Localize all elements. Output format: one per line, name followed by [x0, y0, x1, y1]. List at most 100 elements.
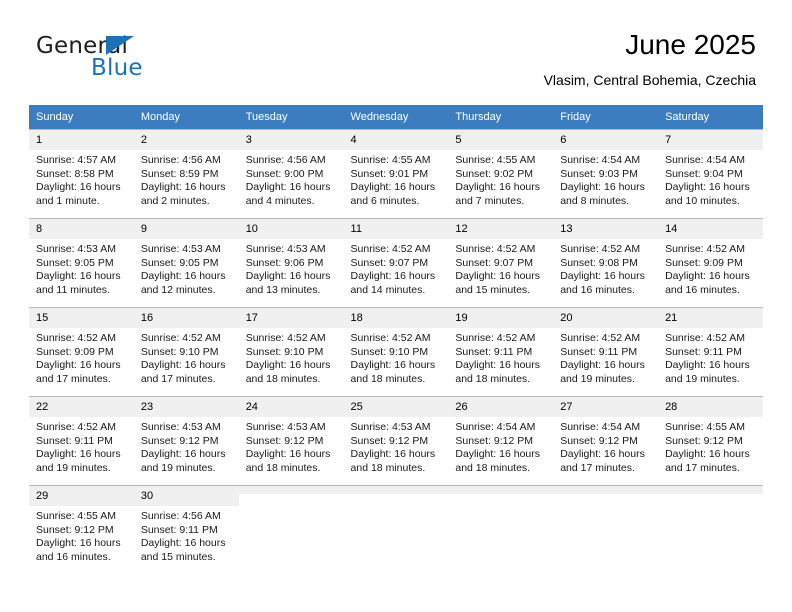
calendar-day-cell[interactable]: 14 Sunrise: 4:52 AM Sunset: 9:09 PM Dayligh…: [658, 218, 763, 307]
logo-text-blue: Blue: [91, 55, 143, 81]
sunset-text: Sunset: 8:58 PM: [36, 167, 114, 180]
calendar-week-row: 8 Sunrise: 4:53 AM Sunset: 9:05 PM Daylight…: [29, 218, 763, 307]
daylight-text: Daylight: 16 hours and 10 minutes.: [665, 181, 750, 207]
sunrise-text: Sunrise: 4:54 AM: [560, 154, 641, 166]
daylight-text: Daylight: 16 hours and 18 minutes.: [245, 359, 331, 385]
day-details: Sunrise: 4:52 AM Sunset: 9:11 PM Daylight:…: [553, 328, 658, 386]
calendar-day-cell[interactable]: 28 Sunrise: 4:55 AM Sunset: 9:12 PM Dayligh…: [658, 396, 763, 485]
calendar-day-cell[interactable]: 2 Sunrise: 4:56 AM Sunset: 8:59 PM Daylight…: [133, 129, 239, 218]
day-number: 19: [448, 308, 554, 328]
sunset-text: Sunset: 9:10 PM: [350, 345, 429, 358]
day-number: 16: [133, 308, 239, 328]
page-title: June 2025: [625, 29, 756, 60]
daylight-text: Daylight: 16 hours and 17 minutes.: [560, 448, 645, 474]
day-number: 30: [133, 486, 239, 506]
day-number: 21: [658, 308, 763, 328]
calendar-body: 1 Sunrise: 4:57 AM Sunset: 8:58 PM Daylight…: [29, 129, 763, 574]
calendar-day-cell[interactable]: 25 Sunrise: 4:53 AM Sunset: 9:12 PM Dayligh…: [343, 396, 449, 485]
sunrise-text: Sunrise: 4:54 AM: [455, 421, 536, 433]
calendar-day-cell[interactable]: 3 Sunrise: 4:56 AM Sunset: 9:00 PM Daylight…: [238, 129, 344, 218]
sunrise-text: Sunrise: 4:52 AM: [665, 243, 746, 255]
calendar-day-cell[interactable]: 9 Sunrise: 4:53 AM Sunset: 9:05 PM Daylight…: [133, 218, 239, 307]
sunset-text: Sunset: 9:09 PM: [36, 345, 114, 358]
calendar-day-cell[interactable]: 12 Sunrise: 4:52 AM Sunset: 9:07 PM Dayligh…: [448, 218, 554, 307]
calendar-day-cell[interactable]: 20 Sunrise: 4:52 AM Sunset: 9:11 PM Dayligh…: [553, 307, 659, 396]
daylight-text: Daylight: 16 hours and 19 minutes.: [36, 448, 121, 474]
sunrise-text: Sunrise: 4:53 AM: [140, 421, 221, 433]
sunset-text: Sunset: 9:12 PM: [245, 434, 324, 447]
day-details: Sunrise: 4:52 AM Sunset: 9:11 PM Daylight:…: [448, 328, 553, 386]
sunset-text: Sunset: 9:00 PM: [245, 167, 324, 180]
calendar-day-cell[interactable]: 19 Sunrise: 4:52 AM Sunset: 9:11 PM Dayligh…: [448, 307, 554, 396]
calendar-day-cell[interactable]: 11 Sunrise: 4:52 AM Sunset: 9:07 PM Dayligh…: [343, 218, 449, 307]
daylight-text: Daylight: 16 hours and 18 minutes.: [350, 448, 436, 474]
weekday-header-sunday: Sunday: [29, 105, 134, 129]
calendar-week-row: 29 Sunrise: 4:55 AM Sunset: 9:12 PM Dayligh…: [29, 485, 763, 574]
day-number: 11: [343, 219, 449, 239]
weekday-header-friday: Friday: [553, 105, 659, 129]
calendar-day-cell[interactable]: 27 Sunrise: 4:54 AM Sunset: 9:12 PM Dayligh…: [553, 396, 659, 485]
calendar-day-cell[interactable]: 24 Sunrise: 4:53 AM Sunset: 9:12 PM Dayligh…: [238, 396, 344, 485]
day-details: Sunrise: 4:53 AM Sunset: 9:05 PM Daylight:…: [29, 239, 134, 297]
day-details: Sunrise: 4:54 AM Sunset: 9:12 PM Daylight:…: [448, 417, 553, 475]
sunrise-text: Sunrise: 4:55 AM: [455, 154, 536, 166]
day-details: Sunrise: 4:53 AM Sunset: 9:12 PM Daylight:…: [134, 417, 239, 475]
sunrise-text: Sunrise: 4:54 AM: [665, 154, 746, 166]
calendar-day-cell[interactable]: 23 Sunrise: 4:53 AM Sunset: 9:12 PM Dayligh…: [133, 396, 239, 485]
sunrise-text: Sunrise: 4:52 AM: [245, 332, 326, 344]
sunrise-text: Sunrise: 4:57 AM: [36, 154, 116, 166]
day-details: Sunrise: 4:52 AM Sunset: 9:10 PM Daylight:…: [134, 328, 239, 386]
calendar-day-cell[interactable]: 16 Sunrise: 4:52 AM Sunset: 9:10 PM Dayligh…: [133, 307, 239, 396]
calendar-day-cell[interactable]: 18 Sunrise: 4:52 AM Sunset: 9:10 PM Dayligh…: [343, 307, 449, 396]
calendar-day-cell[interactable]: 8 Sunrise: 4:53 AM Sunset: 9:05 PM Daylight…: [29, 218, 134, 307]
calendar-day-cell[interactable]: 6 Sunrise: 4:54 AM Sunset: 9:03 PM Daylight…: [553, 129, 659, 218]
calendar-day-cell[interactable]: 29 Sunrise: 4:55 AM Sunset: 9:12 PM Dayligh…: [29, 485, 134, 574]
weekday-header-wednesday: Wednesday: [343, 105, 449, 129]
day-number: 8: [29, 219, 134, 239]
sunrise-text: Sunrise: 4:52 AM: [36, 421, 116, 433]
daylight-text: Daylight: 16 hours and 15 minutes.: [140, 537, 226, 563]
weekday-header-saturday: Saturday: [658, 105, 763, 129]
page-header: General Blue June 2025 Vlasim, Central B…: [0, 0, 792, 100]
day-details: Sunrise: 4:52 AM Sunset: 9:07 PM Daylight:…: [448, 239, 553, 297]
sunset-text: Sunset: 9:12 PM: [455, 434, 534, 447]
day-number: [658, 486, 763, 494]
day-details: Sunrise: 4:52 AM Sunset: 9:10 PM Daylight:…: [344, 328, 449, 386]
calendar-day-cell[interactable]: 1 Sunrise: 4:57 AM Sunset: 8:58 PM Daylight…: [29, 129, 134, 218]
weekday-header-thursday: Thursday: [448, 105, 554, 129]
calendar-day-cell[interactable]: 22 Sunrise: 4:52 AM Sunset: 9:11 PM Dayligh…: [29, 396, 134, 485]
calendar-day-cell[interactable]: 15 Sunrise: 4:52 AM Sunset: 9:09 PM Dayligh…: [29, 307, 134, 396]
sunrise-sunset-calendar: Sunday Monday Tuesday Wednesday Thursday…: [29, 105, 763, 574]
calendar-day-cell[interactable]: 30 Sunrise: 4:56 AM Sunset: 9:11 PM Dayligh…: [133, 485, 239, 574]
calendar-page: General Blue June 2025 Vlasim, Central B…: [0, 0, 792, 612]
sunrise-text: Sunrise: 4:52 AM: [560, 332, 641, 344]
calendar-day-cell[interactable]: 7 Sunrise: 4:54 AM Sunset: 9:04 PM Daylight…: [658, 129, 763, 218]
calendar-day-cell[interactable]: 10 Sunrise: 4:53 AM Sunset: 9:06 PM Dayligh…: [238, 218, 344, 307]
day-details: Sunrise: 4:52 AM Sunset: 9:11 PM Daylight:…: [29, 417, 134, 475]
day-details: Sunrise: 4:54 AM Sunset: 9:12 PM Daylight:…: [553, 417, 658, 475]
daylight-text: Daylight: 16 hours and 18 minutes.: [245, 448, 331, 474]
day-number: 2: [133, 130, 239, 150]
sunset-text: Sunset: 9:04 PM: [665, 167, 743, 180]
calendar-day-cell[interactable]: 21 Sunrise: 4:52 AM Sunset: 9:11 PM Dayligh…: [658, 307, 763, 396]
day-number: [553, 486, 659, 494]
day-details: Sunrise: 4:56 AM Sunset: 8:59 PM Daylight:…: [134, 150, 239, 208]
day-number: 27: [553, 397, 659, 417]
calendar-day-cell[interactable]: 13 Sunrise: 4:52 AM Sunset: 9:08 PM Dayligh…: [553, 218, 659, 307]
day-details: Sunrise: 4:53 AM Sunset: 9:05 PM Daylight:…: [134, 239, 239, 297]
daylight-text: Daylight: 16 hours and 4 minutes.: [245, 181, 331, 207]
calendar-day-cell-empty: [343, 485, 449, 574]
sunrise-text: Sunrise: 4:53 AM: [245, 243, 326, 255]
day-number: 29: [29, 486, 134, 506]
calendar-day-cell[interactable]: 5 Sunrise: 4:55 AM Sunset: 9:02 PM Daylight…: [448, 129, 554, 218]
calendar-day-cell[interactable]: 4 Sunrise: 4:55 AM Sunset: 9:01 PM Daylight…: [343, 129, 449, 218]
calendar-week-row: 15 Sunrise: 4:52 AM Sunset: 9:09 PM Dayligh…: [29, 307, 763, 396]
calendar-day-cell[interactable]: 26 Sunrise: 4:54 AM Sunset: 9:12 PM Dayligh…: [448, 396, 554, 485]
weekday-header-monday: Monday: [133, 105, 239, 129]
sunset-text: Sunset: 9:12 PM: [36, 523, 114, 536]
daylight-text: Daylight: 16 hours and 2 minutes.: [140, 181, 226, 207]
day-number: 6: [553, 130, 659, 150]
day-number: [448, 486, 554, 494]
calendar-day-cell[interactable]: 17 Sunrise: 4:52 AM Sunset: 9:10 PM Dayligh…: [238, 307, 344, 396]
day-details: Sunrise: 4:52 AM Sunset: 9:09 PM Daylight:…: [658, 239, 763, 297]
